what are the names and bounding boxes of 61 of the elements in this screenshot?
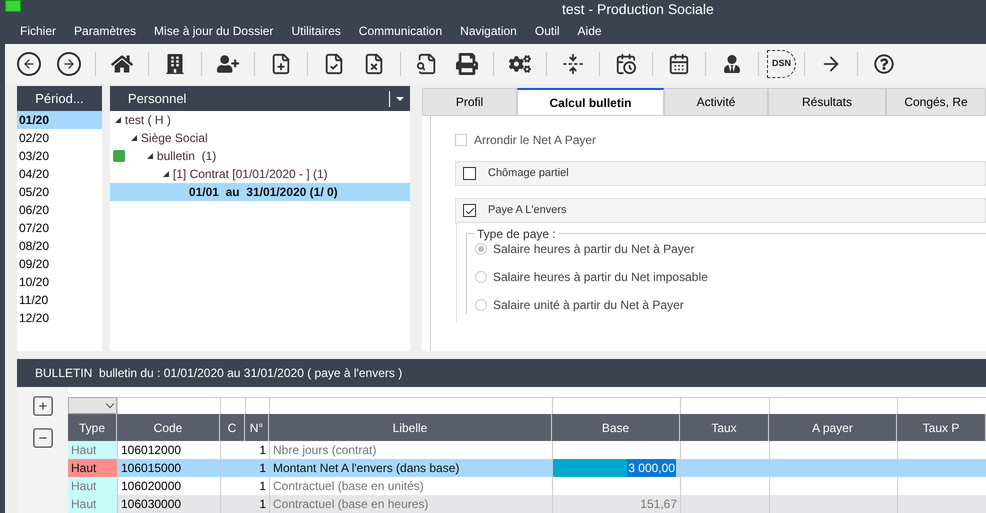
- period-item[interactable]: 08/20: [17, 237, 102, 255]
- section-label: Chômage partiel: [488, 166, 569, 182]
- table-cell: 106030000: [117, 495, 220, 513]
- radio-label: Salaire unité à partir du Net à Payer: [493, 297, 684, 314]
- dsn-button[interactable]: DSN: [767, 50, 796, 78]
- period-item[interactable]: 05/20: [17, 183, 102, 201]
- table-row[interactable]: Haut 106030000 1 Contractuel (base en heures) 151,67: [68, 495, 986, 513]
- tab[interactable]: Résultats: [768, 88, 886, 116]
- menu-item[interactable]: Fichier: [20, 22, 56, 40]
- menu-item[interactable]: Outil: [534, 22, 560, 40]
- radio-label: Salaire heures à partir du Net à Payer: [493, 241, 694, 258]
- app-icon: [5, 0, 21, 12]
- checkbox-label: Arrondir le Net A Payer: [474, 132, 596, 149]
- window-title: test - Production Sociale: [562, 2, 714, 16]
- table-cell: Contractuel (base en heures): [269, 495, 552, 513]
- table-cell-text: 151,67: [640, 496, 678, 513]
- period-item[interactable]: 09/20: [17, 255, 102, 273]
- period-item[interactable]: 04/20: [17, 165, 102, 183]
- checkbox[interactable]: [463, 167, 476, 180]
- period-item[interactable]: 02/20: [17, 129, 102, 147]
- tree-item[interactable]: [1] Contrat [01/01/2020 - ] (1): [172, 165, 328, 183]
- tree-item[interactable]: bulletin (1): [156, 147, 216, 165]
- tab[interactable]: Calcul bulletin: [517, 88, 664, 116]
- table-row[interactable]: Haut 106015000 1 Montant Net A l'envers (dans base) 3 000,00: [68, 459, 986, 477]
- expander-icon[interactable]: [162, 171, 169, 177]
- menu-item[interactable]: Aide: [578, 22, 602, 40]
- panel-title: BULLETIN bulletin du : 01/01/2020 au 31/01/2020 ( paye à l'envers ): [17, 359, 986, 387]
- table-cell-text: 1: [258, 442, 267, 459]
- table-cell-text: 1: [258, 496, 267, 513]
- period-item[interactable]: 07/20: [17, 219, 102, 237]
- period-item[interactable]: 11/20: [17, 291, 102, 309]
- period-item[interactable]: 06/20: [17, 201, 102, 219]
- table-cell: Haut: [68, 459, 117, 477]
- period-item[interactable]: 12/20: [17, 309, 102, 327]
- tab[interactable]: Congés, Re: [886, 88, 986, 116]
- table-cell: Haut: [68, 495, 117, 513]
- tree-item[interactable]: test ( H ): [124, 111, 171, 129]
- column-header: Personnel: [128, 90, 188, 108]
- base-input-field[interactable]: 3 000,00: [553, 459, 676, 477]
- tab[interactable]: Activité: [664, 88, 768, 116]
- period-item[interactable]: 10/20: [17, 273, 102, 291]
- table-cell-text: 1: [258, 460, 267, 477]
- menu-item[interactable]: Communication: [358, 22, 442, 40]
- checkbox[interactable]: [463, 204, 476, 217]
- table-cell-text: 1: [258, 478, 267, 495]
- table-cell: Haut: [68, 441, 117, 459]
- period-item[interactable]: 01/20: [17, 111, 102, 129]
- radio-label: Salaire heures à partir du Net imposable: [493, 269, 708, 286]
- expander-icon[interactable]: [114, 117, 121, 123]
- tree-item[interactable]: Siège Social: [140, 129, 208, 147]
- expander-icon[interactable]: [146, 153, 153, 159]
- section-label: Paye A L'envers: [488, 203, 567, 218]
- menu-item[interactable]: Utilitaires: [291, 22, 341, 40]
- table-cell: Haut: [68, 477, 117, 495]
- menu-item[interactable]: Mise à jour du Dossier: [154, 22, 274, 40]
- expander-icon[interactable]: [130, 135, 137, 141]
- period-item[interactable]: 03/20: [17, 147, 102, 165]
- tab[interactable]: Profil: [422, 88, 517, 116]
- menu-item[interactable]: Paramètres: [74, 22, 136, 40]
- column-header: Périod...: [17, 86, 102, 111]
- menu-item[interactable]: Navigation: [460, 22, 517, 40]
